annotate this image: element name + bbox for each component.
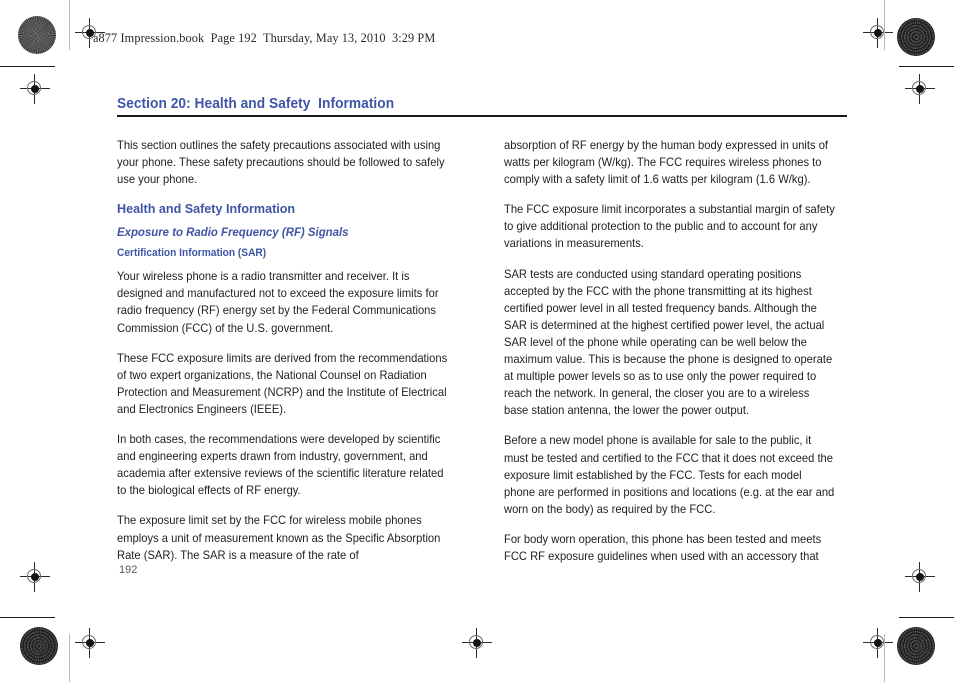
page-content: Section 20: Health and Safety Informatio… [117,96,847,563]
trim-mark [884,0,886,50]
paragraph: The exposure limit set by the FCC for wi… [117,514,441,562]
heading-level-2: Health and Safety Information [117,201,296,217]
registration-target [863,628,893,658]
registration-target [20,562,50,592]
paragraph: The FCC exposure limit incorporates a su… [504,203,835,251]
registration-target [20,74,50,104]
trim-mark [899,66,954,68]
section-title-rule [117,115,847,118]
paragraph: This section outlines the safety precaut… [117,139,445,187]
trim-mark [0,66,55,68]
paragraph: absorption of RF energy by the human bod… [504,139,829,187]
heading-level-3: Exposure to Radio Frequency (RF) Signals [117,225,349,240]
registration-target [462,628,492,658]
color-rosette [20,627,58,665]
two-column-body: This section outlines the safety precaut… [117,137,847,578]
page-number: 192 [119,564,138,576]
paragraph: For body worn operation, this phone has … [504,532,822,563]
paragraph: These FCC exposure limits are derived fr… [117,351,448,416]
color-rosette [897,627,935,665]
paragraph: Before a new model phone is available fo… [504,434,835,516]
trim-mark [884,634,886,682]
trim-mark [69,634,71,682]
document-page: a877 Impression.book Page 192 Thursday, … [0,0,954,682]
trim-mark [0,617,55,619]
trim-mark [899,617,954,619]
color-rosette [897,18,935,56]
registration-target [905,562,935,592]
heading-level-4: Certification Information (SAR) [117,247,267,260]
registration-target [75,628,105,658]
trim-mark [69,0,71,50]
book-running-header: a877 Impression.book Page 192 Thursday, … [93,31,436,45]
left-column: This section outlines the safety precaut… [117,137,460,578]
right-column: absorption of RF energy by the human bod… [504,137,847,578]
paragraph: SAR tests are conducted using standard o… [504,267,833,418]
color-rosette [18,16,56,54]
registration-target [863,18,893,48]
paragraph: In both cases, the recommendations were … [117,433,444,498]
section-title: Section 20: Health and Safety Informatio… [117,96,395,112]
paragraph: Your wireless phone is a radio transmitt… [117,270,439,335]
registration-target [905,74,935,104]
